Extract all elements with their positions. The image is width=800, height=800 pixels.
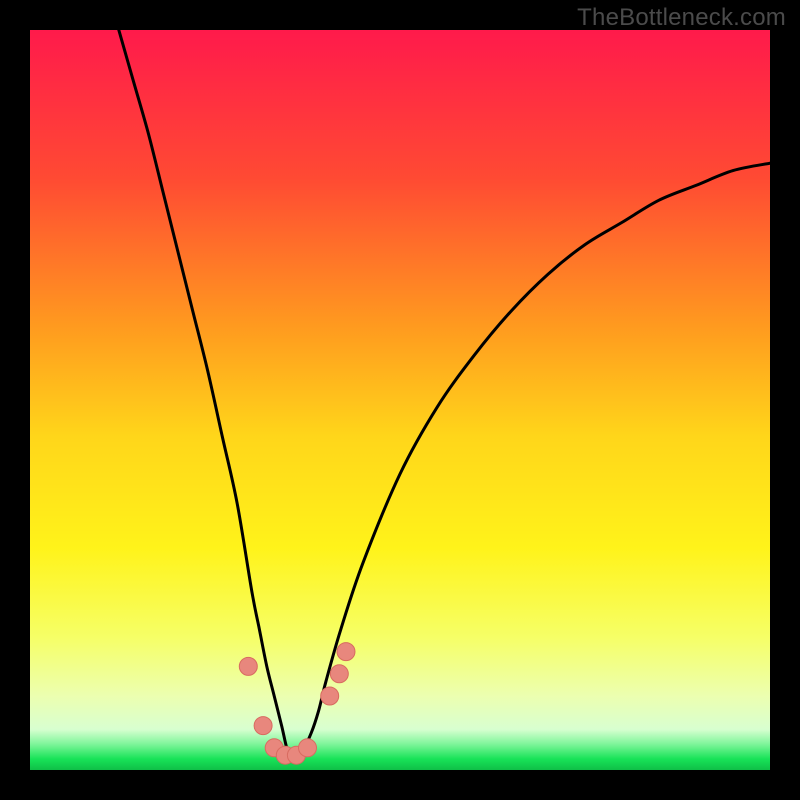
- data-marker: [321, 687, 339, 705]
- data-marker: [239, 657, 257, 675]
- data-marker: [330, 665, 348, 683]
- data-marker: [337, 643, 355, 661]
- chart-frame: TheBottleneck.com: [0, 0, 800, 800]
- marker-group: [239, 643, 355, 765]
- bottleneck-curve: [119, 30, 770, 758]
- curve-layer: [30, 30, 770, 770]
- watermark-text: TheBottleneck.com: [577, 4, 786, 32]
- plot-area: [30, 30, 770, 770]
- data-marker: [254, 717, 272, 735]
- data-marker: [299, 739, 317, 757]
